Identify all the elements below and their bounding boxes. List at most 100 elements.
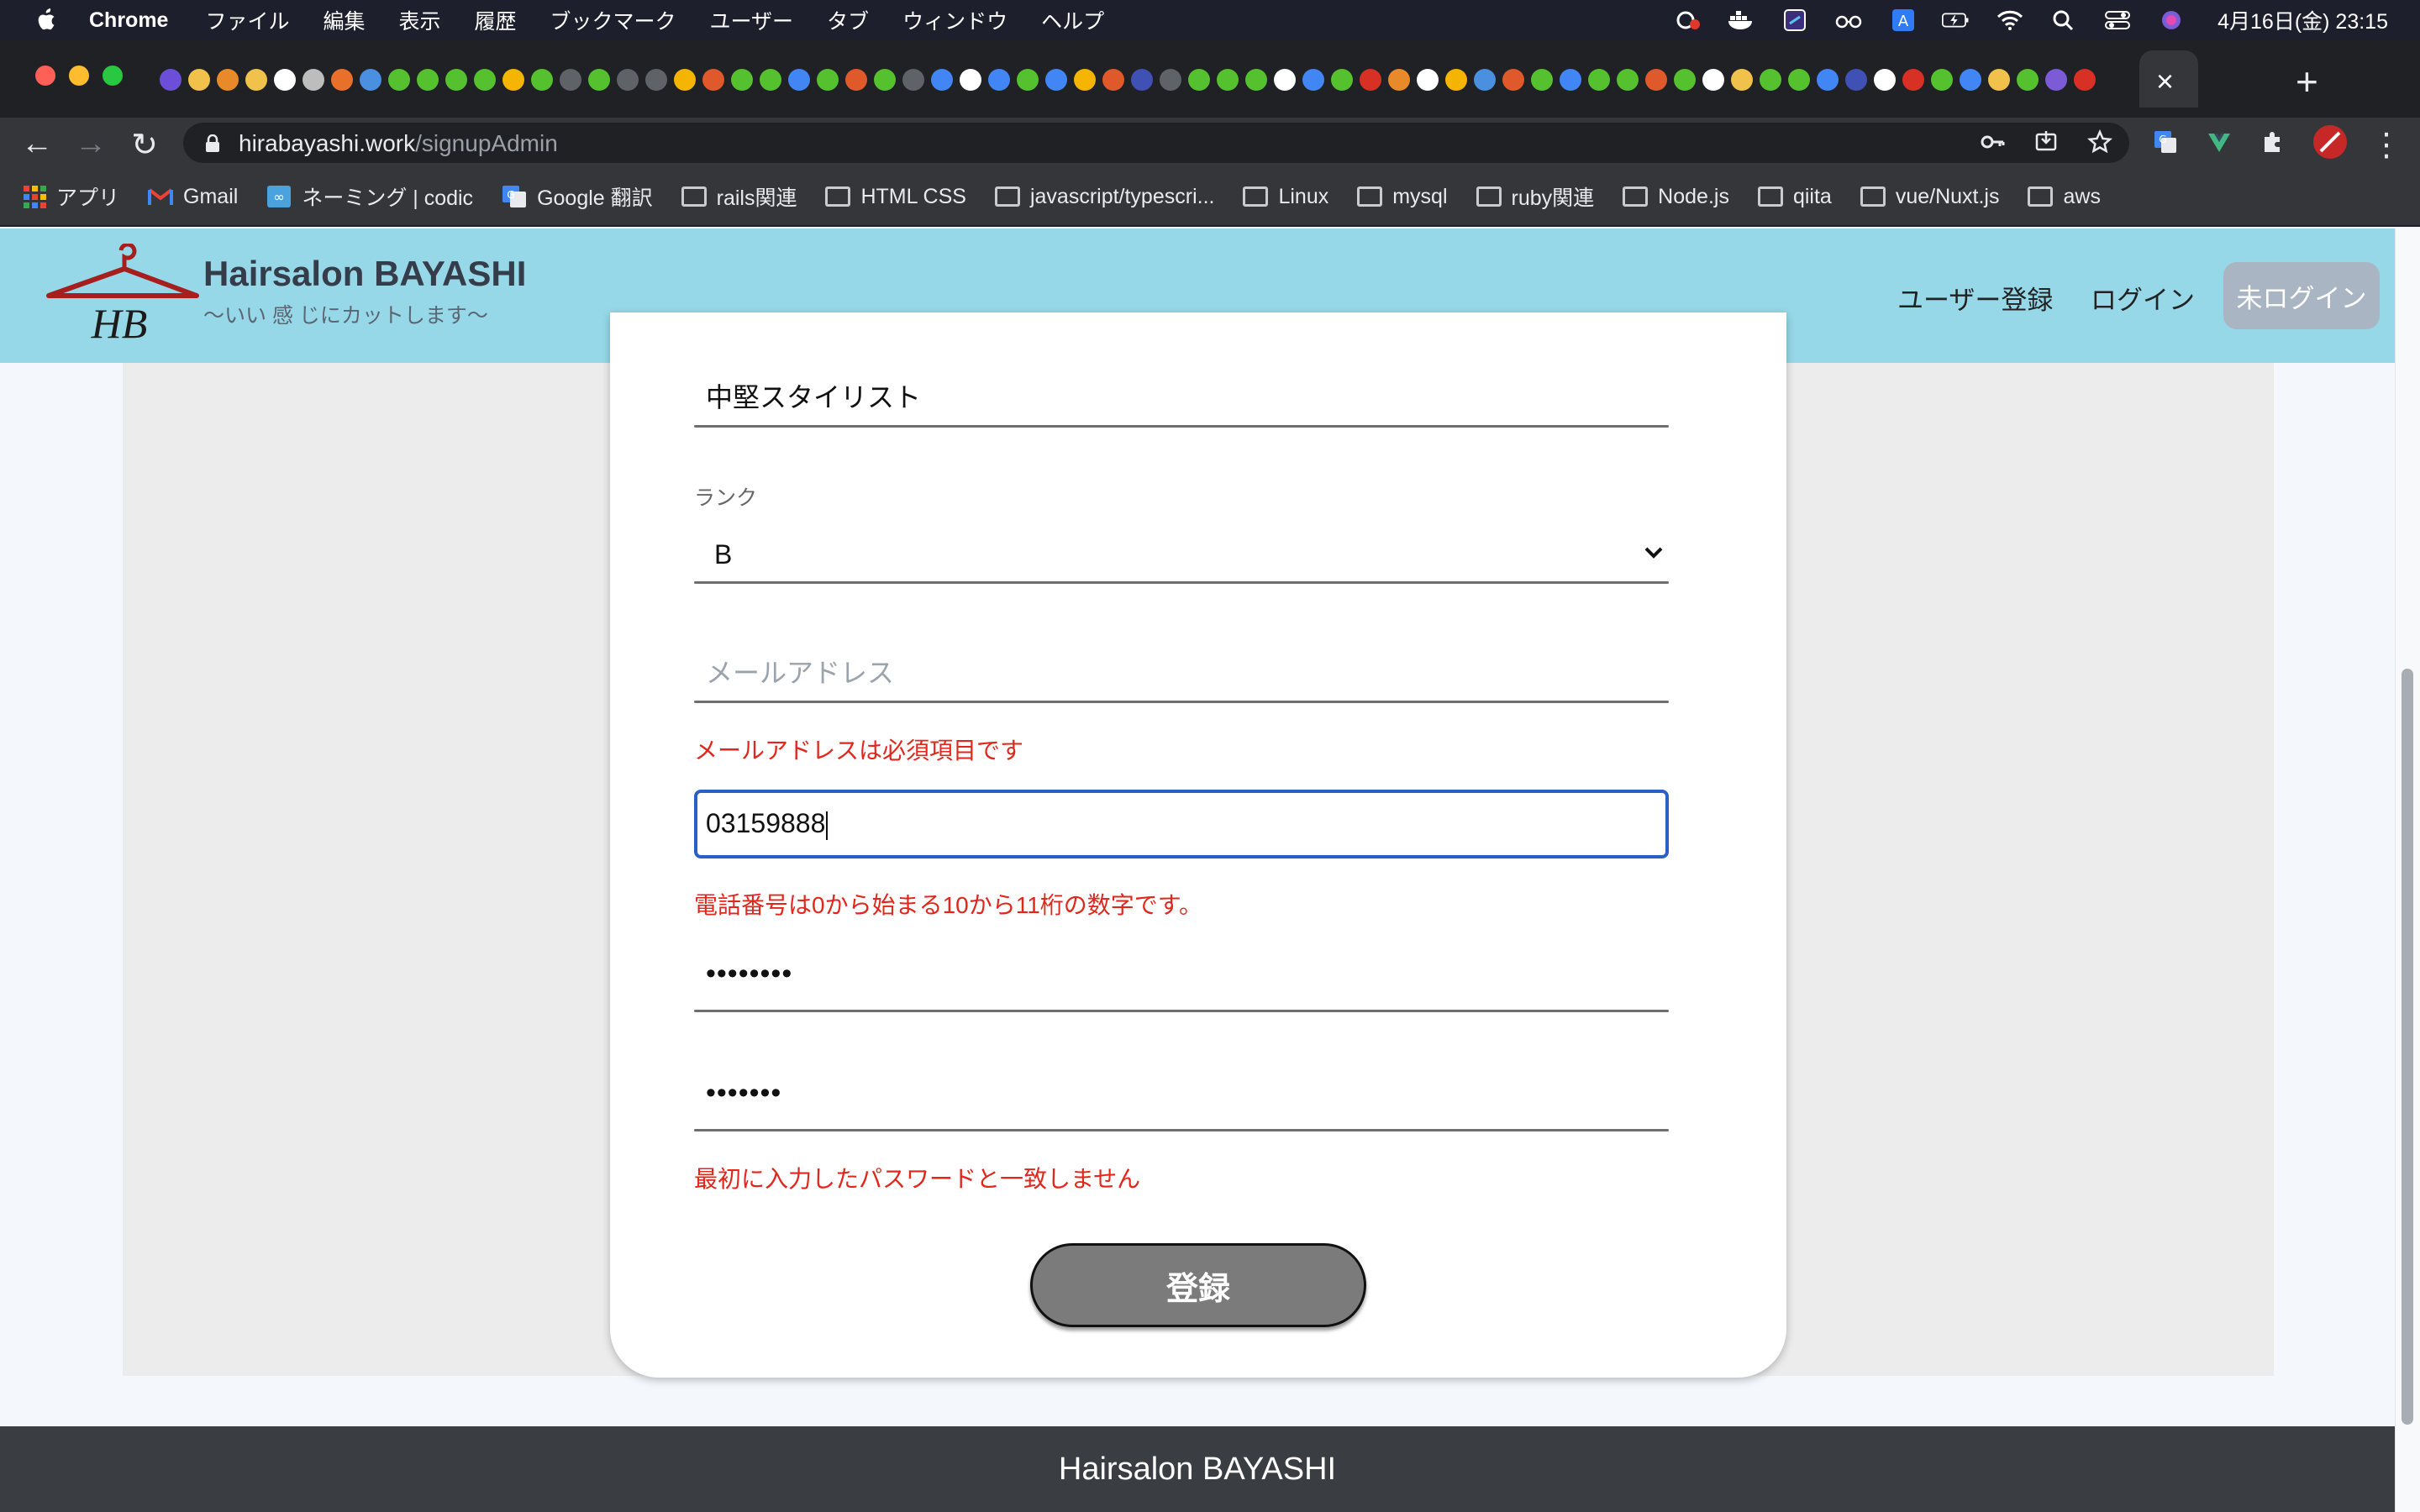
tab-favicon[interactable] (1845, 69, 1867, 91)
tab-favicon[interactable] (1302, 69, 1324, 91)
tab-favicon[interactable] (760, 69, 781, 91)
tab-favicon[interactable] (1474, 69, 1496, 91)
tab-favicon[interactable] (1131, 69, 1153, 91)
tab-favicon[interactable] (2045, 69, 2067, 91)
tab-favicon[interactable] (1531, 69, 1553, 91)
bookmark-folder-rails[interactable]: rails関連 (681, 181, 797, 212)
password-confirm-field[interactable]: ••••••• (706, 1077, 781, 1110)
tab-favicon[interactable] (1731, 69, 1753, 91)
tab-favicon[interactable] (1274, 69, 1296, 91)
menu-bookmarks[interactable]: ブックマーク (550, 5, 676, 35)
back-icon[interactable]: ← (18, 126, 55, 162)
page-scrollbar-thumb[interactable] (2402, 669, 2413, 1425)
tab-favicon[interactable] (1074, 69, 1096, 91)
tab-favicon[interactable] (1245, 69, 1267, 91)
menu-help[interactable]: ヘルプ (1041, 5, 1104, 35)
tab-favicon[interactable] (1502, 69, 1524, 91)
position-field-value[interactable]: 中堅スタイリスト (706, 376, 921, 415)
nav-signup-link[interactable]: ユーザー登録 (1897, 279, 2053, 317)
password-field[interactable]: •••••••• (706, 958, 792, 990)
tab-favicon[interactable] (702, 69, 724, 91)
tab-favicon[interactable] (845, 69, 867, 91)
active-app-name[interactable]: Chrome (89, 8, 168, 33)
nav-login-link[interactable]: ログイン (2091, 279, 2195, 317)
tab-favicon[interactable] (874, 69, 896, 91)
bookmark-folder-vue-nuxt[interactable]: vue/Nuxt.js (1860, 185, 1999, 209)
bookmark-folder-javascript[interactable]: javascript/typescri... (994, 185, 1214, 209)
bookmark-folder-nodejs[interactable]: Node.js (1623, 185, 1729, 209)
tab-favicon[interactable] (931, 69, 953, 91)
window-close-icon[interactable] (35, 66, 55, 86)
tab-favicon[interactable] (474, 69, 496, 91)
reload-icon[interactable]: ↻ (126, 126, 163, 164)
glasses-icon[interactable] (1834, 9, 1863, 31)
bookmark-folder-aws[interactable]: aws (2028, 185, 2101, 209)
chrome-menu-icon[interactable]: ⋮ (2368, 126, 2405, 164)
tab-favicon[interactable] (1874, 69, 1896, 91)
tab-favicon[interactable] (988, 69, 1010, 91)
tab-favicon[interactable] (1160, 69, 1181, 91)
bookmark-folder-ruby[interactable]: ruby関連 (1476, 181, 1594, 212)
register-submit-button[interactable]: 登録 (1030, 1243, 1366, 1327)
site-brand-name[interactable]: Hairsalon BAYASHI (203, 254, 526, 294)
tab-favicon[interactable] (1617, 69, 1639, 91)
tab-favicon[interactable] (1931, 69, 1953, 91)
creative-cloud-icon[interactable] (1673, 9, 1702, 31)
tab-favicon[interactable] (1388, 69, 1410, 91)
tab-favicon[interactable] (388, 69, 410, 91)
tab-favicon[interactable] (2017, 69, 2039, 91)
tab-favicon[interactable] (1188, 69, 1210, 91)
menu-view[interactable]: 表示 (399, 5, 441, 35)
tab-favicon[interactable] (674, 69, 696, 91)
close-tab-icon[interactable]: × (2156, 64, 2174, 99)
forward-icon[interactable]: → (72, 126, 109, 162)
tab-favicon[interactable] (1788, 69, 1810, 91)
menu-window[interactable]: ウィンドウ (902, 5, 1007, 35)
new-tab-button[interactable]: + (2296, 59, 2318, 104)
spotlight-search-icon[interactable] (2049, 9, 2078, 31)
vue-devtools-icon[interactable] (2207, 129, 2232, 155)
menubar-clock[interactable]: 4月16日(金) 23:15 (2217, 5, 2388, 35)
hairsalon-logo-hanger-icon[interactable]: HB (44, 244, 200, 343)
tab-favicon[interactable] (1360, 69, 1381, 91)
tab-favicon[interactable] (1560, 69, 1581, 91)
rank-select[interactable]: B (714, 539, 732, 570)
bookmark-folder-mysql[interactable]: mysql (1357, 185, 1448, 209)
tab-favicon[interactable] (245, 69, 267, 91)
tab-favicon[interactable] (617, 69, 639, 91)
apple-menu-icon[interactable] (35, 8, 59, 33)
input-source-icon[interactable]: A (1888, 9, 1917, 31)
bookmark-apps[interactable]: アプリ (24, 181, 119, 212)
extensions-puzzle-icon[interactable] (2260, 129, 2286, 155)
chevron-down-icon[interactable] (1644, 544, 1664, 561)
tab-favicon[interactable] (1017, 69, 1039, 91)
tab-favicon[interactable] (731, 69, 753, 91)
tab-favicon[interactable] (160, 69, 182, 91)
tab-favicon[interactable] (788, 69, 810, 91)
tab-favicon[interactable] (1902, 69, 1924, 91)
install-app-icon[interactable] (2033, 129, 2059, 155)
tab-favicon[interactable] (1417, 69, 1439, 91)
phone-field[interactable] (694, 790, 1669, 858)
tab-favicon[interactable] (1045, 69, 1067, 91)
tab-favicon[interactable] (902, 69, 924, 91)
tab-favicon[interactable] (1645, 69, 1667, 91)
tab-favicon[interactable] (188, 69, 210, 91)
siri-icon[interactable] (2157, 9, 2186, 31)
login-status-button[interactable]: 未ログイン (2223, 262, 2380, 329)
google-translate-extension-icon[interactable]: G (2153, 129, 2178, 155)
pinned-tab-favicons[interactable] (160, 69, 2134, 96)
tab-favicon[interactable] (1817, 69, 1839, 91)
tab-favicon[interactable] (1988, 69, 2010, 91)
menu-history[interactable]: 履歴 (475, 5, 517, 35)
bookmark-gmail[interactable]: Gmail (148, 185, 238, 209)
bookmark-star-icon[interactable] (2087, 129, 2112, 155)
tab-favicon[interactable] (960, 69, 981, 91)
bookmark-google-translate[interactable]: G Google 翻訳 (502, 181, 653, 212)
window-minimize-icon[interactable] (69, 66, 89, 86)
tab-favicon[interactable] (1960, 69, 1981, 91)
bookmark-folder-qiita[interactable]: qiita (1757, 185, 1832, 209)
profile-avatar-icon[interactable] (2312, 124, 2348, 160)
window-zoom-icon[interactable] (103, 66, 123, 86)
tab-favicon[interactable] (417, 69, 439, 91)
